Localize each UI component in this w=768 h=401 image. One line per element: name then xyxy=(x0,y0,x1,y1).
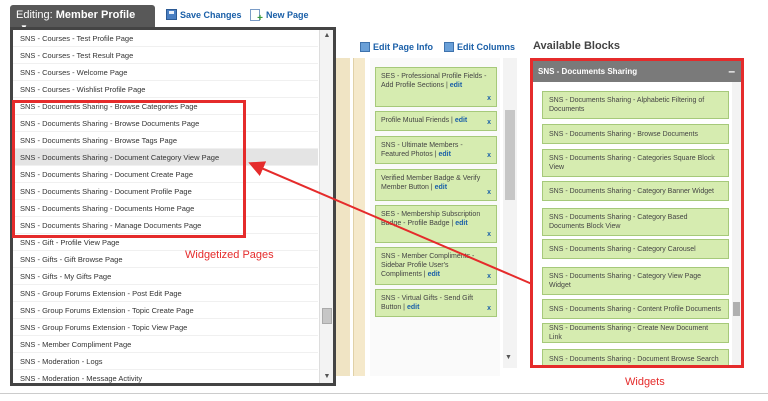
editing-page-name: Member Profile xyxy=(55,9,136,21)
page-list-item[interactable]: SNS - Courses - Test Result Page xyxy=(13,47,318,64)
widgets-annotation: Widgets xyxy=(625,376,665,388)
page-list-panel: SNS - Courses - Test Profile Page SNS - C… xyxy=(10,27,336,386)
edit-columns-label: Edit Columns xyxy=(457,42,515,52)
blocks-group-title: SNS - Documents Sharing xyxy=(538,67,638,76)
layout-widget-edit-link[interactable]: edit xyxy=(407,304,419,311)
page-list-scroll-thumb[interactable] xyxy=(322,308,332,324)
page-list-item[interactable]: SNS - Courses - Test Profile Page xyxy=(13,30,318,47)
top-toolbar: Editing: Member Profile ▼ Save Changes N… xyxy=(0,0,768,32)
layout-widget-title: Profile Mutual Friends | xyxy=(381,117,453,124)
page-list-item[interactable]: SNS - Moderation - Logs xyxy=(13,353,318,370)
layout-widget-block[interactable]: SNS - Ultimate Members - Featured Photos… xyxy=(375,136,497,164)
page-list-item[interactable]: SNS - Group Forums Extension - Topic Vie… xyxy=(13,319,318,336)
available-blocks-panel: SNS - Documents Sharing – SNS - Document… xyxy=(530,58,744,368)
available-block-item[interactable]: SNS - Documents Sharing - Content Profil… xyxy=(542,299,729,319)
blocks-scroll-thumb[interactable] xyxy=(733,302,740,316)
available-block-item[interactable]: SNS - Documents Sharing - Category View … xyxy=(542,267,729,295)
scroll-up-icon[interactable]: ▲ xyxy=(320,30,333,42)
layout-widget-title: SNS - Virtual Gifts - Send Gift Button | xyxy=(381,295,474,311)
available-block-item[interactable]: SNS - Documents Sharing - Category Banne… xyxy=(542,181,729,201)
remove-widget-icon[interactable]: x xyxy=(487,272,491,281)
available-block-item[interactable]: SNS - Documents Sharing - Category Based… xyxy=(542,208,729,236)
available-block-item[interactable]: SNS - Documents Sharing - Document Brows… xyxy=(542,349,729,365)
layout-column-strip-2 xyxy=(353,58,365,376)
blocks-scrollbar[interactable] xyxy=(732,82,741,365)
edit-page-info-icon xyxy=(360,42,370,52)
scroll-down-icon[interactable]: ▼ xyxy=(320,371,333,383)
layout-widget-edit-link[interactable]: edit xyxy=(438,151,450,158)
layout-widget-edit-link[interactable]: edit xyxy=(450,82,462,89)
remove-widget-icon[interactable]: x xyxy=(487,118,491,127)
layout-widget-block[interactable]: SES - Professional Profile Fields - Add … xyxy=(375,67,497,107)
remove-widget-icon[interactable]: x xyxy=(487,94,491,103)
new-page-label: New Page xyxy=(266,10,309,20)
layout-widget-title: SES - Professional Profile Fields - Add … xyxy=(381,73,487,89)
layout-widget-block[interactable]: Verified Member Badge & Verify Member Bu… xyxy=(375,169,497,201)
save-changes-button[interactable]: Save Changes xyxy=(166,9,242,20)
page-list-item[interactable]: SNS - Documents Sharing - Documents Home… xyxy=(13,200,318,217)
available-block-item[interactable]: SNS - Documents Sharing - Category Carou… xyxy=(542,239,729,259)
widgetized-pages-annotation: Widgetized Pages xyxy=(185,249,274,261)
page-list-item[interactable]: SNS - Courses - Wishlist Profile Page xyxy=(13,81,318,98)
remove-widget-icon[interactable]: x xyxy=(487,304,491,313)
available-block-item[interactable]: SNS - Documents Sharing - Create New Doc… xyxy=(542,323,729,343)
editing-prefix: Editing: xyxy=(16,9,53,21)
new-page-button[interactable]: New Page xyxy=(250,9,309,24)
save-icon xyxy=(166,9,177,20)
page-list-item[interactable]: SNS - Group Forums Extension - Post Edit… xyxy=(13,285,318,302)
layout-widget-block[interactable]: SNS - Member Compliments - Sidebar Profi… xyxy=(375,247,497,285)
page-list-item[interactable]: SNS - Gifts - My Gifts Page xyxy=(13,268,318,285)
page-list-item[interactable]: SNS - Documents Sharing - Browse Documen… xyxy=(13,115,318,132)
page-list-item[interactable]: SNS - Documents Sharing - Browse Categor… xyxy=(13,98,318,115)
layout-widget-block[interactable]: SNS - Virtual Gifts - Send Gift Button |… xyxy=(375,289,497,317)
page-list-item[interactable]: SNS - Group Forums Extension - Topic Cre… xyxy=(13,302,318,319)
remove-widget-icon[interactable]: x xyxy=(487,151,491,160)
layout-widget-edit-link[interactable]: edit xyxy=(455,117,467,124)
layout-widget-edit-link[interactable]: edit xyxy=(428,271,440,278)
page-list: SNS - Courses - Test Profile Page SNS - C… xyxy=(13,30,318,383)
available-block-item[interactable]: SNS - Documents Sharing - Alphabetic Fil… xyxy=(542,91,729,119)
page-list-item[interactable]: SNS - Documents Sharing - Document Profi… xyxy=(13,183,318,200)
blocks-group-header[interactable]: SNS - Documents Sharing – xyxy=(533,61,741,82)
layout-scroll-down-icon[interactable]: ▼ xyxy=(505,354,512,361)
page-list-item[interactable]: SNS - Member Compliment Page xyxy=(13,336,318,353)
collapse-icon[interactable]: – xyxy=(728,64,735,78)
page-list-item[interactable]: SNS - Moderation - Message Activity xyxy=(13,370,318,383)
edit-page-info-label: Edit Page Info xyxy=(373,42,434,52)
page-list-item[interactable]: SNS - Documents Sharing - Document Categ… xyxy=(13,149,318,166)
edit-columns-icon xyxy=(444,42,454,52)
edit-page-info-link[interactable]: Edit Page Info xyxy=(360,42,433,52)
layout-scroll-thumb[interactable] xyxy=(505,110,515,200)
save-changes-label: Save Changes xyxy=(180,9,242,20)
page-list-item[interactable]: SNS - Documents Sharing - Manage Documen… xyxy=(13,217,318,234)
layout-widget-edit-link[interactable]: edit xyxy=(455,220,467,227)
layout-scrollbar[interactable]: ▼ xyxy=(503,58,517,368)
editing-page-dropdown[interactable]: Editing: Member Profile ▼ xyxy=(10,5,155,32)
new-page-icon xyxy=(250,9,263,24)
layout-widget-title: Verified Member Badge & Verify Member Bu… xyxy=(381,175,481,191)
layout-widget-block[interactable]: SES - Membership Subscription Badge - Pr… xyxy=(375,205,497,243)
available-block-item[interactable]: SNS - Documents Sharing - Browse Documen… xyxy=(542,124,729,144)
layout-widget-edit-link[interactable]: edit xyxy=(435,184,447,191)
page-list-item[interactable]: SNS - Documents Sharing - Browse Tags Pa… xyxy=(13,132,318,149)
layout-column-strip xyxy=(336,58,350,376)
bottom-divider xyxy=(0,393,768,394)
available-block-item[interactable]: SNS - Documents Sharing - Categories Squ… xyxy=(542,149,729,177)
page-list-item[interactable]: SNS - Courses - Welcome Page xyxy=(13,64,318,81)
page-list-scrollbar[interactable]: ▲ ▼ xyxy=(319,30,333,383)
page-list-item[interactable]: SNS - Documents Sharing - Document Creat… xyxy=(13,166,318,183)
available-blocks-title: Available Blocks xyxy=(533,40,621,52)
layout-widget-block[interactable]: Profile Mutual Friends | edit x xyxy=(375,111,497,131)
remove-widget-icon[interactable]: x xyxy=(487,230,491,239)
edit-columns-link[interactable]: Edit Columns xyxy=(444,42,515,52)
remove-widget-icon[interactable]: x xyxy=(487,188,491,197)
